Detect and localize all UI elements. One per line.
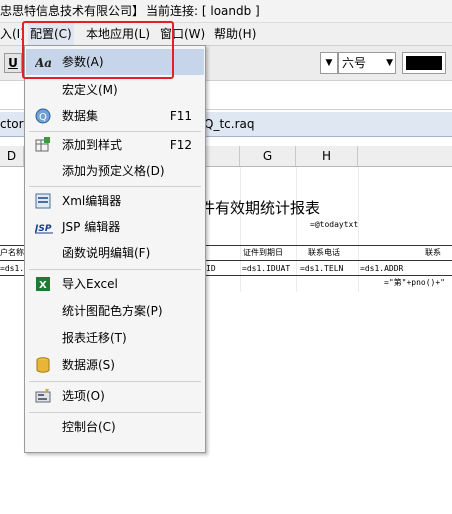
color-swatch-fill (406, 56, 442, 70)
data-cell-expiry[interactable]: =ds1.IDUAT (242, 264, 290, 274)
header-cell-contact[interactable]: 联系 (425, 248, 441, 258)
menu-item-options[interactable]: 选项(O) (26, 383, 204, 409)
svg-text:X: X (39, 280, 47, 291)
excel-icon: X (35, 276, 51, 292)
menu-item-report-migration[interactable]: 报表迁移(T) (26, 325, 204, 351)
config-dropdown-menu: Aa 参数(A) 宏定义(M) Q 数据集 F11 添加到样式 F12 添加为预… (24, 45, 206, 453)
menu-help[interactable]: 帮助(H) (214, 23, 256, 45)
menu-item-dataset[interactable]: Q 数据集 F11 (26, 103, 204, 129)
today-cell[interactable]: =@todaytxt (310, 220, 358, 230)
header-cell-expiry[interactable]: 证件到期日 (243, 248, 283, 258)
menu-item-macro[interactable]: 宏定义(M) (26, 77, 204, 103)
data-cell-phone[interactable]: =ds1.TELN (300, 264, 343, 274)
column-header-g[interactable]: G (240, 146, 296, 166)
datasource-icon (35, 357, 51, 373)
menu-item-add-to-style[interactable]: 添加到样式 F12 (26, 132, 204, 158)
underline-button[interactable]: U (4, 53, 22, 73)
data-cell-id[interactable]: ID (206, 264, 216, 274)
text-color-picker[interactable] (402, 52, 446, 74)
jsp-icon: JSP (33, 219, 53, 235)
company-name: 忠思特信息技术有限公司】 (0, 4, 145, 18)
data-cell-address[interactable]: =ds1.ADDR (360, 264, 403, 274)
menu-item-import-excel[interactable]: X 导入Excel (26, 271, 204, 297)
menu-item-xml-editor[interactable]: Xml编辑器 (26, 188, 204, 214)
connection-status: 当前连接: [ loandb ] (146, 4, 260, 18)
dataset-icon: Q (35, 108, 51, 124)
add-style-icon (35, 137, 51, 153)
header-cell-phone[interactable]: 联系电话 (308, 248, 340, 258)
chevron-down-icon: ▼ (386, 58, 393, 68)
menu-item-chart-colors[interactable]: 统计图配色方案(P) (26, 298, 204, 324)
xml-editor-icon (35, 193, 51, 209)
font-size-select[interactable]: 六号 ▼ (338, 52, 396, 74)
menu-item-function-doc[interactable]: 函数说明编辑(F) (26, 240, 204, 266)
report-title[interactable]: 件有效期统计报表 (200, 197, 320, 218)
column-header-d[interactable]: D (0, 146, 24, 166)
column-header-h[interactable]: H (296, 146, 358, 166)
title-bar: 忠思特信息技术有限公司】 当前连接: [ loandb ] (0, 0, 452, 23)
options-icon (35, 388, 51, 404)
svg-text:Q: Q (39, 112, 47, 123)
header-cell-customer[interactable]: 户名称 (0, 248, 24, 258)
font-dropdown-arrow[interactable]: ▼ (320, 52, 338, 74)
red-highlight-box (22, 21, 174, 79)
font-size-value: 六号 (342, 56, 367, 70)
menu-item-datasource[interactable]: 数据源(S) (26, 352, 204, 378)
menu-item-add-predefined[interactable]: 添加为预定义格(D) (26, 158, 204, 184)
menu-item-jsp-editor[interactable]: JSP JSP 编辑器 (26, 214, 204, 240)
tab-report-file[interactable]: Q_tc.raq (204, 112, 254, 136)
menu-item-console[interactable]: 控制台(C) (26, 414, 204, 440)
page-number-cell[interactable]: ="第"+pno()+" (384, 278, 445, 288)
